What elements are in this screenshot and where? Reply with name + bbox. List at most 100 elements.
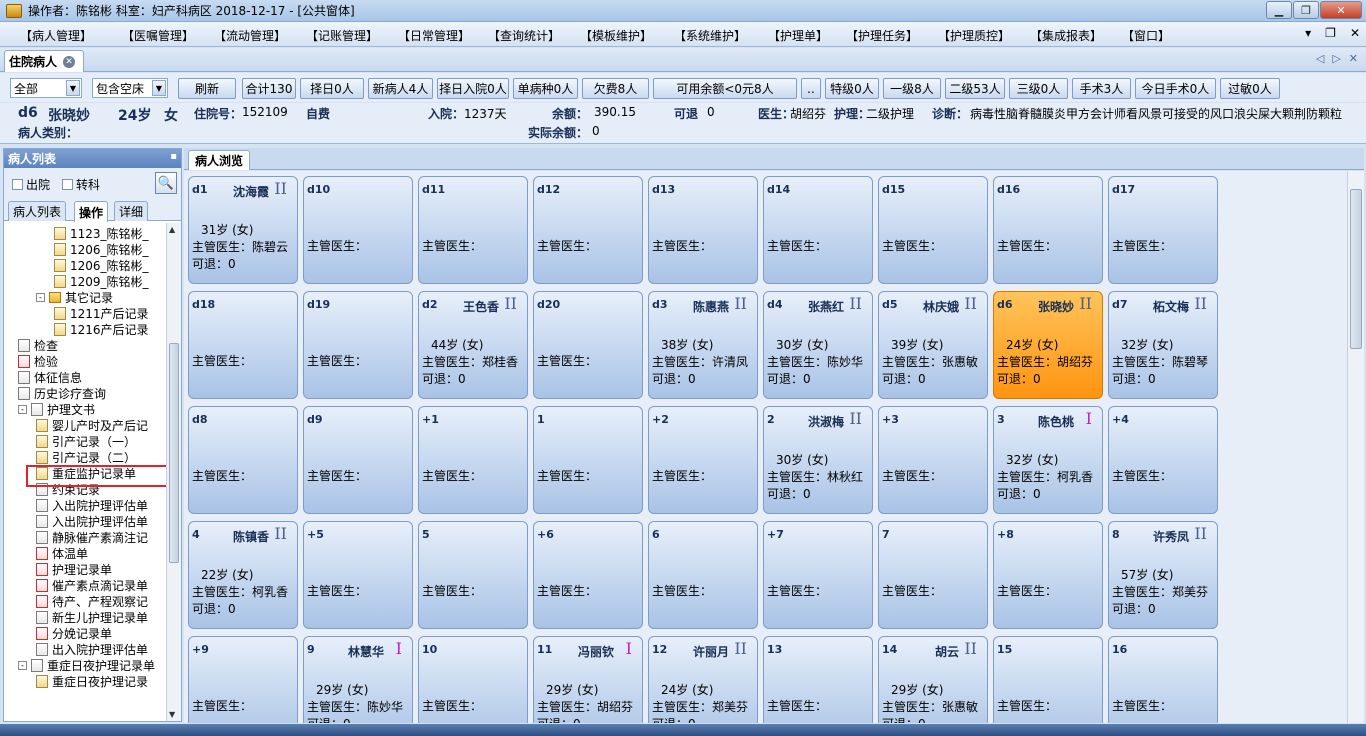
filter-button-10[interactable]: 二级53人 xyxy=(945,78,1005,99)
bed-card[interactable]: 8 许秀凤 II 57岁 (女) 主管医生：郑美芬 可退：0 xyxy=(1108,521,1218,629)
bed-card[interactable]: 6 主管医生： xyxy=(648,521,758,629)
bed-card[interactable]: 2 洪淑梅 II 30岁 (女) 主管医生：林秋红 可退：0 xyxy=(763,406,873,514)
tab-prev-icon[interactable]: ◁ xyxy=(1316,52,1324,65)
tree-item[interactable]: 1209_陈铭彬_ xyxy=(54,273,149,289)
tree-item[interactable]: 1206_陈铭彬_ xyxy=(54,257,149,273)
bed-card[interactable]: d3 陈惠燕 II 38岁 (女) 主管医生：许清凤 可退：0 xyxy=(648,291,758,399)
filter-button-2[interactable]: 新病人4人 xyxy=(368,78,433,99)
bed-card[interactable]: d6 张晓妙 II 24岁 (女) 主管医生：胡绍芬 可退：0 xyxy=(993,291,1103,399)
menu-item-11[interactable]: 【集成报表】 xyxy=(1030,27,1102,44)
tree-item[interactable]: 新生儿护理记录单 xyxy=(36,609,148,625)
tab-next-icon[interactable]: ▷ xyxy=(1332,52,1340,65)
menu-item-8[interactable]: 【护理单】 xyxy=(768,27,828,44)
bed-card[interactable]: +9 主管医生： xyxy=(188,636,298,723)
restore-icon[interactable]: ❐ xyxy=(1293,1,1319,19)
tab-operations[interactable]: 操作 xyxy=(74,201,109,222)
filter-button-4[interactable]: 单病种0人 xyxy=(513,78,578,99)
close-icon[interactable]: ✕ xyxy=(1320,1,1362,19)
bed-card[interactable]: d10 主管医生： xyxy=(303,176,413,284)
bed-card[interactable]: 4 陈镇香 II 22岁 (女) 主管医生：柯乳香 可退：0 xyxy=(188,521,298,629)
tree-scrollbar[interactable]: ▲ ▼ xyxy=(166,223,181,721)
bed-card[interactable]: 12 许丽月 II 24岁 (女) 主管医生：郑美芬可退：0 xyxy=(648,636,758,723)
chevron-down-icon[interactable]: ▼ xyxy=(152,80,166,96)
menu-item-12[interactable]: 【窗口】 xyxy=(1122,27,1170,44)
tree-item[interactable]: - 重症日夜护理记录单 xyxy=(18,657,155,673)
tree-item[interactable]: 检验 xyxy=(18,353,58,369)
scroll-down-icon[interactable]: ▼ xyxy=(169,710,175,719)
bed-card[interactable]: 11 冯丽钦 I 29岁 (女) 主管医生：胡绍芬可退：0 xyxy=(533,636,643,723)
bed-card[interactable]: d8 主管医生： xyxy=(188,406,298,514)
bed-card[interactable]: d11 主管医生： xyxy=(418,176,528,284)
menu-item-3[interactable]: 【记账管理】 xyxy=(306,27,378,44)
menu-item-2[interactable]: 【流动管理】 xyxy=(214,27,286,44)
tree-item[interactable]: 待产、产程观察记 xyxy=(36,593,148,609)
tree-item[interactable]: 出入院护理评估单 xyxy=(36,641,148,657)
bed-card[interactable]: d2 王色香 II 44岁 (女) 主管医生：郑桂香 可退：0 xyxy=(418,291,528,399)
tree-item[interactable]: 引产记录（一） xyxy=(36,433,136,449)
filter-button-3[interactable]: 择日入院0人 xyxy=(437,78,509,99)
chevron-down-icon[interactable]: ▼ xyxy=(66,80,80,96)
tab-inpatients[interactable]: 住院病人 ✕ xyxy=(4,50,84,72)
ward-filter-select[interactable]: 全部 ▼ xyxy=(10,78,82,98)
tree-item[interactable]: 体温单 xyxy=(36,545,88,561)
bed-card[interactable]: 13 主管医生： xyxy=(763,636,873,723)
bed-card[interactable]: d4 张燕红 II 30岁 (女) 主管医生：陈妙华 可退：0 xyxy=(763,291,873,399)
bed-card[interactable]: d19 主管医生： xyxy=(303,291,413,399)
filter-button-9[interactable]: 一级8人 xyxy=(883,78,941,99)
bed-card[interactable]: 15 主管医生： xyxy=(993,636,1103,723)
bed-card[interactable]: +8 主管医生： xyxy=(993,521,1103,629)
collapse-icon[interactable]: - xyxy=(18,404,27,414)
collapse-icon[interactable]: - xyxy=(18,660,27,670)
bed-card[interactable]: d20 主管医生： xyxy=(533,291,643,399)
tree-item[interactable]: 婴儿产时及产后记 xyxy=(36,417,148,433)
scroll-thumb[interactable] xyxy=(169,343,179,563)
tree-item[interactable]: 1206_陈铭彬_ xyxy=(54,241,149,257)
tree-item[interactable]: 重症日夜护理记录 xyxy=(36,673,148,689)
tree-item[interactable]: 1216产后记录 xyxy=(54,321,149,337)
filter-button-5[interactable]: 欠费8人 xyxy=(582,78,649,99)
tree-item[interactable]: 1123_陈铭彬_ xyxy=(54,225,149,241)
tree-item[interactable]: - 护理文书 xyxy=(18,401,95,417)
bed-card[interactable]: d5 林庆娥 II 39岁 (女) 主管医生：张惠敏 可退：0 xyxy=(878,291,988,399)
bed-card[interactable]: +3 主管医生： xyxy=(878,406,988,514)
search-icon[interactable]: 🔍 xyxy=(155,172,177,194)
tree-item[interactable]: 引产记录（二） xyxy=(36,449,136,465)
tab-details[interactable]: 详细 xyxy=(114,201,149,221)
bed-card[interactable]: +6 主管医生： xyxy=(533,521,643,629)
collapse-icon[interactable]: - xyxy=(36,292,45,302)
bed-card[interactable]: +5 主管医生： xyxy=(303,521,413,629)
scroll-up-icon[interactable]: ▲ xyxy=(169,225,175,234)
minimize-icon[interactable]: ▁ xyxy=(1266,1,1292,19)
menu-item-0[interactable]: 【病人管理】 xyxy=(20,27,92,44)
bed-card[interactable]: +1 主管医生： xyxy=(418,406,528,514)
tree-item[interactable]: 检查 xyxy=(18,337,58,353)
mdi-close-icon[interactable]: ✕ xyxy=(1350,26,1360,40)
filter-button-12[interactable]: 手术3人 xyxy=(1072,78,1131,99)
tree-item[interactable]: 催产素点滴记录单 xyxy=(36,577,148,593)
menu-item-9[interactable]: 【护理任务】 xyxy=(846,27,918,44)
bed-card[interactable]: 16 主管医生： xyxy=(1108,636,1218,723)
filter-button-0[interactable]: 合计130 xyxy=(242,78,296,99)
bed-card[interactable]: +2 主管医生： xyxy=(648,406,758,514)
tab-close-icon[interactable]: ✕ xyxy=(63,55,76,68)
bed-filter-select[interactable]: 包含空床 ▼ xyxy=(92,78,168,98)
bed-card[interactable]: d13 主管医生： xyxy=(648,176,758,284)
bed-card[interactable]: d1 沈海霞 II 31岁 (女) 主管医生：陈碧云 可退：0 xyxy=(188,176,298,284)
tree-item[interactable]: 1211产后记录 xyxy=(54,305,149,321)
bed-card[interactable]: d14 主管医生： xyxy=(763,176,873,284)
bed-card[interactable]: 7 主管医生： xyxy=(878,521,988,629)
tree-item[interactable]: 入出院护理评估单 xyxy=(36,497,148,513)
bed-card[interactable]: 9 林慧华 I 29岁 (女) 主管医生：陈妙华可退：0 xyxy=(303,636,413,723)
filter-button-6[interactable]: 可用余额<0元8人 xyxy=(653,78,797,99)
bed-card[interactable]: 5 主管医生： xyxy=(418,521,528,629)
filter-button-8[interactable]: 特级0人 xyxy=(825,78,879,99)
bed-card[interactable]: +7 主管医生： xyxy=(763,521,873,629)
bed-card[interactable]: +4 主管医生： xyxy=(1108,406,1218,514)
refresh-button[interactable]: 刷新 xyxy=(178,78,236,99)
menu-item-1[interactable]: 【医嘱管理】 xyxy=(122,27,194,44)
tab-patient-list[interactable]: 病人列表 xyxy=(8,201,67,221)
bed-card[interactable]: d12 主管医生： xyxy=(533,176,643,284)
tab-patient-browse[interactable]: 病人浏览 xyxy=(188,150,251,170)
scroll-thumb[interactable] xyxy=(1350,189,1362,349)
menu-item-6[interactable]: 【模板维护】 xyxy=(580,27,652,44)
